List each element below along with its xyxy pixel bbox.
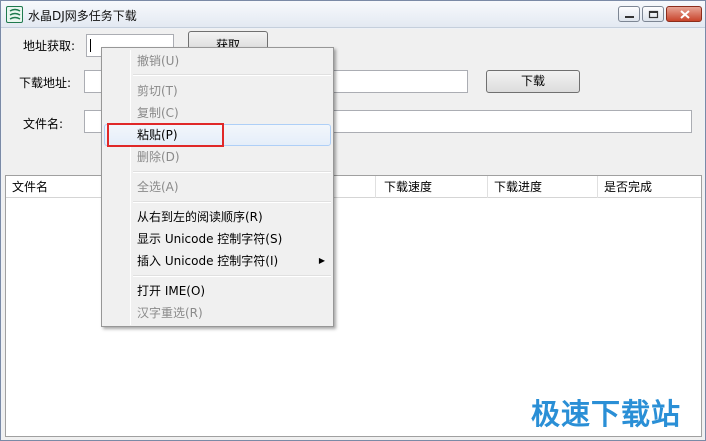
app-logo-icon: [6, 6, 23, 23]
filename-label: 文件名:: [23, 117, 64, 131]
close-button[interactable]: [666, 6, 702, 22]
download-button[interactable]: 下载: [486, 70, 580, 93]
menu-item-delete[interactable]: 删除(D): [104, 146, 331, 168]
menu-item-open-ime[interactable]: 打开 IME(O): [104, 280, 331, 302]
menu-item-copy[interactable]: 复制(C): [104, 102, 331, 124]
menu-separator: [133, 275, 331, 277]
menu-item-show-unicode[interactable]: 显示 Unicode 控制字符(S): [104, 228, 331, 250]
minimize-icon: [625, 16, 634, 18]
window-title: 水晶DJ网多任务下载: [28, 9, 137, 23]
column-header-completed[interactable]: 是否完成: [598, 176, 701, 198]
menu-item-rtl-reading[interactable]: 从右到左的阅读顺序(R): [104, 206, 331, 228]
menu-separator: [133, 74, 331, 76]
menu-item-insert-unicode-label: 插入 Unicode 控制字符(I): [137, 254, 279, 268]
column-header-progress[interactable]: 下载进度: [488, 176, 598, 198]
minimize-button[interactable]: [618, 6, 640, 22]
url-label: 地址获取:: [23, 39, 76, 53]
menu-separator: [133, 171, 331, 173]
menu-item-undo[interactable]: 撤销(U): [104, 50, 331, 72]
maximize-button[interactable]: [642, 6, 664, 22]
annotation-highlight-box: [107, 123, 224, 147]
download-url-label: 下载地址:: [19, 76, 72, 90]
title-bar[interactable]: 水晶DJ网多任务下载: [1, 1, 705, 28]
menu-item-reconversion[interactable]: 汉字重选(R): [104, 302, 331, 324]
text-caret: [90, 39, 91, 52]
column-header-speed[interactable]: 下载速度: [378, 176, 488, 198]
menu-item-select-all[interactable]: 全选(A): [104, 176, 331, 198]
menu-separator: [133, 201, 331, 203]
context-menu: 撤销(U) 剪切(T) 复制(C) 粘贴(P) 删除(D) 全选(A) 从右到左…: [101, 47, 334, 327]
maximize-icon: [648, 10, 659, 19]
menu-item-cut[interactable]: 剪切(T): [104, 80, 331, 102]
menu-item-insert-unicode[interactable]: 插入 Unicode 控制字符(I) ▶: [104, 250, 331, 272]
close-icon: [680, 10, 690, 19]
watermark-text: 极速下载站: [531, 397, 682, 431]
submenu-arrow-icon: ▶: [318, 256, 325, 265]
